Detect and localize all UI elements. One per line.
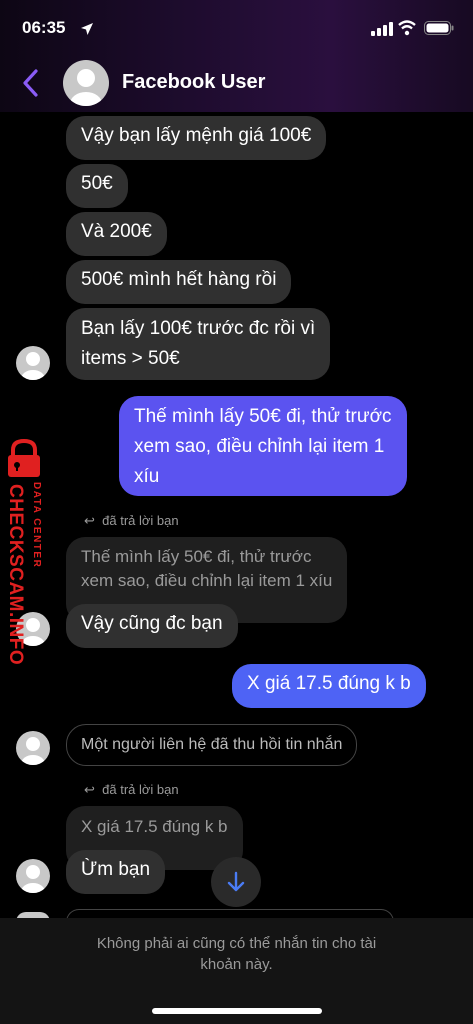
quote-line: Thế mình lấy 50€ đi, thử trước bbox=[81, 547, 312, 566]
reply-label-text: đã trả lời bạn bbox=[102, 782, 179, 797]
message-incoming[interactable]: Và 200€ bbox=[66, 212, 167, 256]
default-avatar-icon bbox=[70, 69, 102, 106]
sender-avatar[interactable] bbox=[16, 346, 50, 380]
contact-name[interactable]: Facebook User bbox=[122, 71, 265, 94]
message-line: xíu bbox=[134, 466, 160, 487]
wifi-icon bbox=[398, 20, 416, 36]
message-outgoing[interactable]: Thế mình lấy 50€ đi, thử trước xem sao, … bbox=[119, 396, 407, 496]
watermark: DATA CENTER CHECKSCAM.INFO bbox=[0, 438, 58, 668]
reply-label-text: đã trả lời bạn bbox=[102, 513, 179, 528]
watermark-brand: CHECKSCAM.INFO bbox=[5, 484, 26, 666]
default-avatar-icon bbox=[21, 865, 45, 893]
message-incoming[interactable]: Ừm bạn bbox=[66, 850, 166, 894]
contact-avatar[interactable] bbox=[63, 60, 109, 106]
quote-line: xem sao, điều chỉnh lại item 1 xíu bbox=[81, 571, 333, 590]
watermark-subtitle: DATA CENTER bbox=[31, 482, 42, 569]
message-line: items > 50€ bbox=[81, 348, 180, 369]
home-indicator[interactable] bbox=[152, 1008, 322, 1014]
back-chevron-icon[interactable] bbox=[20, 68, 44, 98]
message-line: Thế mình lấy 50€ đi, thử trước bbox=[134, 406, 392, 427]
sender-avatar[interactable] bbox=[16, 859, 50, 893]
sender-avatar[interactable] bbox=[16, 731, 50, 765]
message-incoming[interactable]: Bạn lấy 100€ trước đc rồi vì items > 50€ bbox=[66, 308, 331, 380]
default-avatar-icon bbox=[21, 737, 45, 765]
reply-arrow-icon: ↩ bbox=[84, 782, 95, 797]
message-line: xem sao, điều chỉnh lại item 1 bbox=[134, 436, 385, 457]
status-time: 06:35 bbox=[22, 18, 66, 37]
reply-indicator: ↩ đã trả lời bạn bbox=[84, 782, 179, 798]
scroll-to-bottom-button[interactable] bbox=[211, 857, 261, 907]
padlock-icon bbox=[8, 438, 40, 477]
notice-line: Không phải ai cũng có thể nhắn tin cho t… bbox=[96, 935, 377, 952]
arrow-down-icon bbox=[227, 871, 245, 892]
message-incoming[interactable]: 50€ bbox=[66, 164, 128, 208]
battery-icon bbox=[424, 21, 454, 35]
default-avatar-icon bbox=[21, 352, 45, 380]
message-incoming[interactable]: Vậy bạn lấy mệnh giá 100€ bbox=[66, 116, 327, 160]
message-line: Bạn lấy 100€ trước đc rồi vì bbox=[81, 318, 316, 339]
message-incoming[interactable]: Vậy cũng đc bạn bbox=[66, 604, 238, 648]
notice-line: khoản này. bbox=[200, 956, 273, 973]
message-outgoing[interactable]: X giá 17.5 đúng k b bbox=[232, 664, 426, 708]
cannot-message-notice: Không phải ai cũng có thể nhắn tin cho t… bbox=[40, 933, 433, 975]
reply-arrow-icon: ↩ bbox=[84, 513, 95, 528]
location-arrow-icon bbox=[81, 23, 93, 35]
message-incoming[interactable]: 500€ mình hết hàng rồi bbox=[66, 260, 292, 304]
reply-indicator: ↩ đã trả lời bạn bbox=[84, 513, 179, 529]
recalled-message: Một người liên hệ đã thu hồi tin nhắn bbox=[66, 724, 358, 766]
signal-icon bbox=[371, 22, 393, 36]
